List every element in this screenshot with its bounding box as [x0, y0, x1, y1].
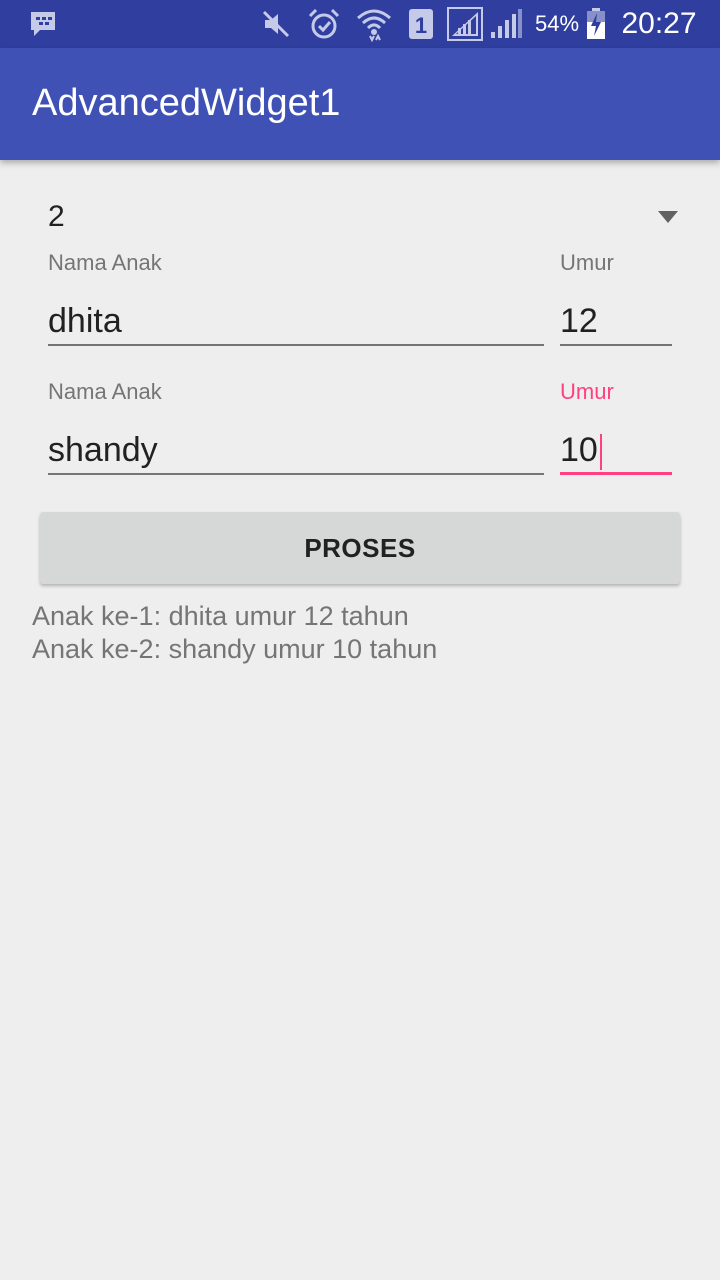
battery-percent: 54%	[534, 11, 580, 36]
child-2-name-label: Nama Anak	[48, 379, 162, 404]
text-cursor	[599, 434, 602, 471]
app-bar: AdvancedWidget1	[0, 48, 720, 160]
child-1-age-input[interactable]: 12	[560, 296, 672, 346]
wifi-icon	[354, 0, 394, 48]
svg-text:1: 1	[415, 13, 427, 38]
child-2-age-input[interactable]: 10	[560, 425, 672, 475]
child-1-name-input[interactable]: dhita	[48, 296, 544, 346]
clock: 20:27	[621, 7, 697, 40]
status-bar: 1 54% 20:27	[0, 0, 720, 48]
child-2-name-input[interactable]: shandy	[48, 425, 544, 475]
child-1-age-label: Umur	[560, 250, 614, 275]
result-text: Anak ke-1: dhita umur 12 tahun Anak ke-2…	[32, 600, 437, 666]
alarm-icon	[306, 0, 342, 48]
dropdown-arrow-icon	[658, 210, 678, 228]
bbm-icon	[26, 0, 60, 48]
spinner-selected-value: 2	[48, 200, 65, 233]
children-count-spinner[interactable]: 2	[32, 196, 688, 244]
sim1-icon: 1	[406, 0, 436, 48]
signal-sim1-icon	[446, 0, 484, 48]
app-title: AdvancedWidget1	[32, 82, 341, 124]
proses-button[interactable]: PROSES	[40, 512, 680, 584]
mute-icon	[258, 0, 294, 48]
result-line-1: Anak ke-1: dhita umur 12 tahun	[32, 601, 409, 631]
child-2-age-label: Umur	[560, 379, 614, 404]
child-2-age-value: 10	[560, 431, 598, 469]
result-line-2: Anak ke-2: shandy umur 10 tahun	[32, 634, 438, 664]
child-1-name-label: Nama Anak	[48, 250, 162, 275]
battery-charging-icon	[584, 0, 608, 48]
signal-sim2-icon	[488, 0, 524, 48]
